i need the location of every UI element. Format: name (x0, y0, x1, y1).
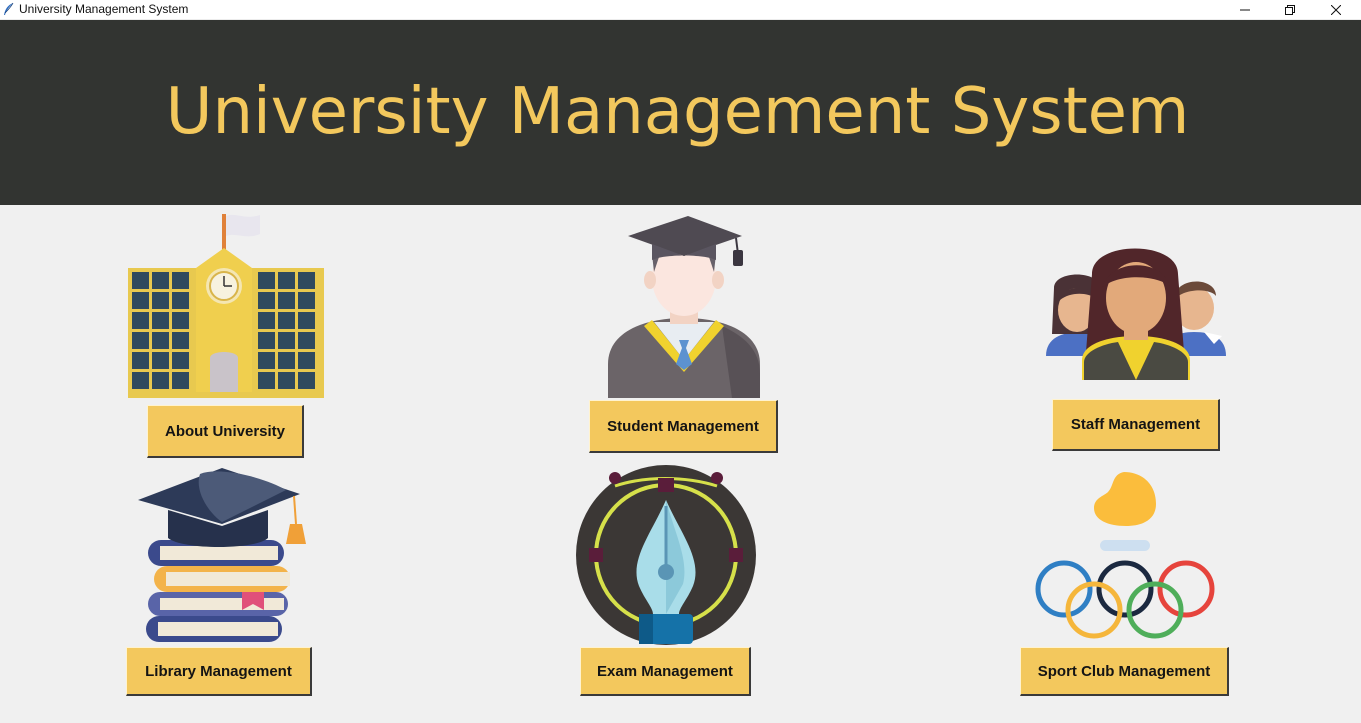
restore-icon (1285, 4, 1295, 15)
close-icon (1331, 4, 1341, 15)
pen-nib-icon[interactable] (575, 464, 757, 646)
window-title-bar: University Management System (0, 0, 1361, 20)
minimize-icon (1240, 9, 1250, 10)
student-management-button[interactable]: Student Management (589, 400, 778, 453)
close-button[interactable] (1313, 0, 1359, 19)
staff-group-icon[interactable] (1044, 234, 1228, 380)
staff-management-button[interactable]: Staff Management (1052, 399, 1220, 451)
university-building-icon[interactable] (128, 212, 324, 400)
exam-management-button[interactable]: Exam Management (580, 647, 751, 696)
olympic-rings-icon[interactable] (1032, 470, 1218, 640)
window-title: University Management System (19, 2, 189, 16)
header-banner: University Management System (0, 20, 1361, 205)
about-university-button[interactable]: About University (147, 405, 304, 458)
restore-button[interactable] (1267, 0, 1313, 19)
sport-club-management-button[interactable]: Sport Club Management (1020, 647, 1229, 696)
minimize-button[interactable] (1222, 0, 1268, 19)
library-management-button[interactable]: Library Management (126, 647, 312, 696)
feather-app-icon (4, 2, 14, 15)
graduate-student-icon[interactable] (604, 214, 764, 398)
library-books-icon[interactable] (136, 466, 308, 644)
page-title: University Management System (165, 75, 1190, 149)
